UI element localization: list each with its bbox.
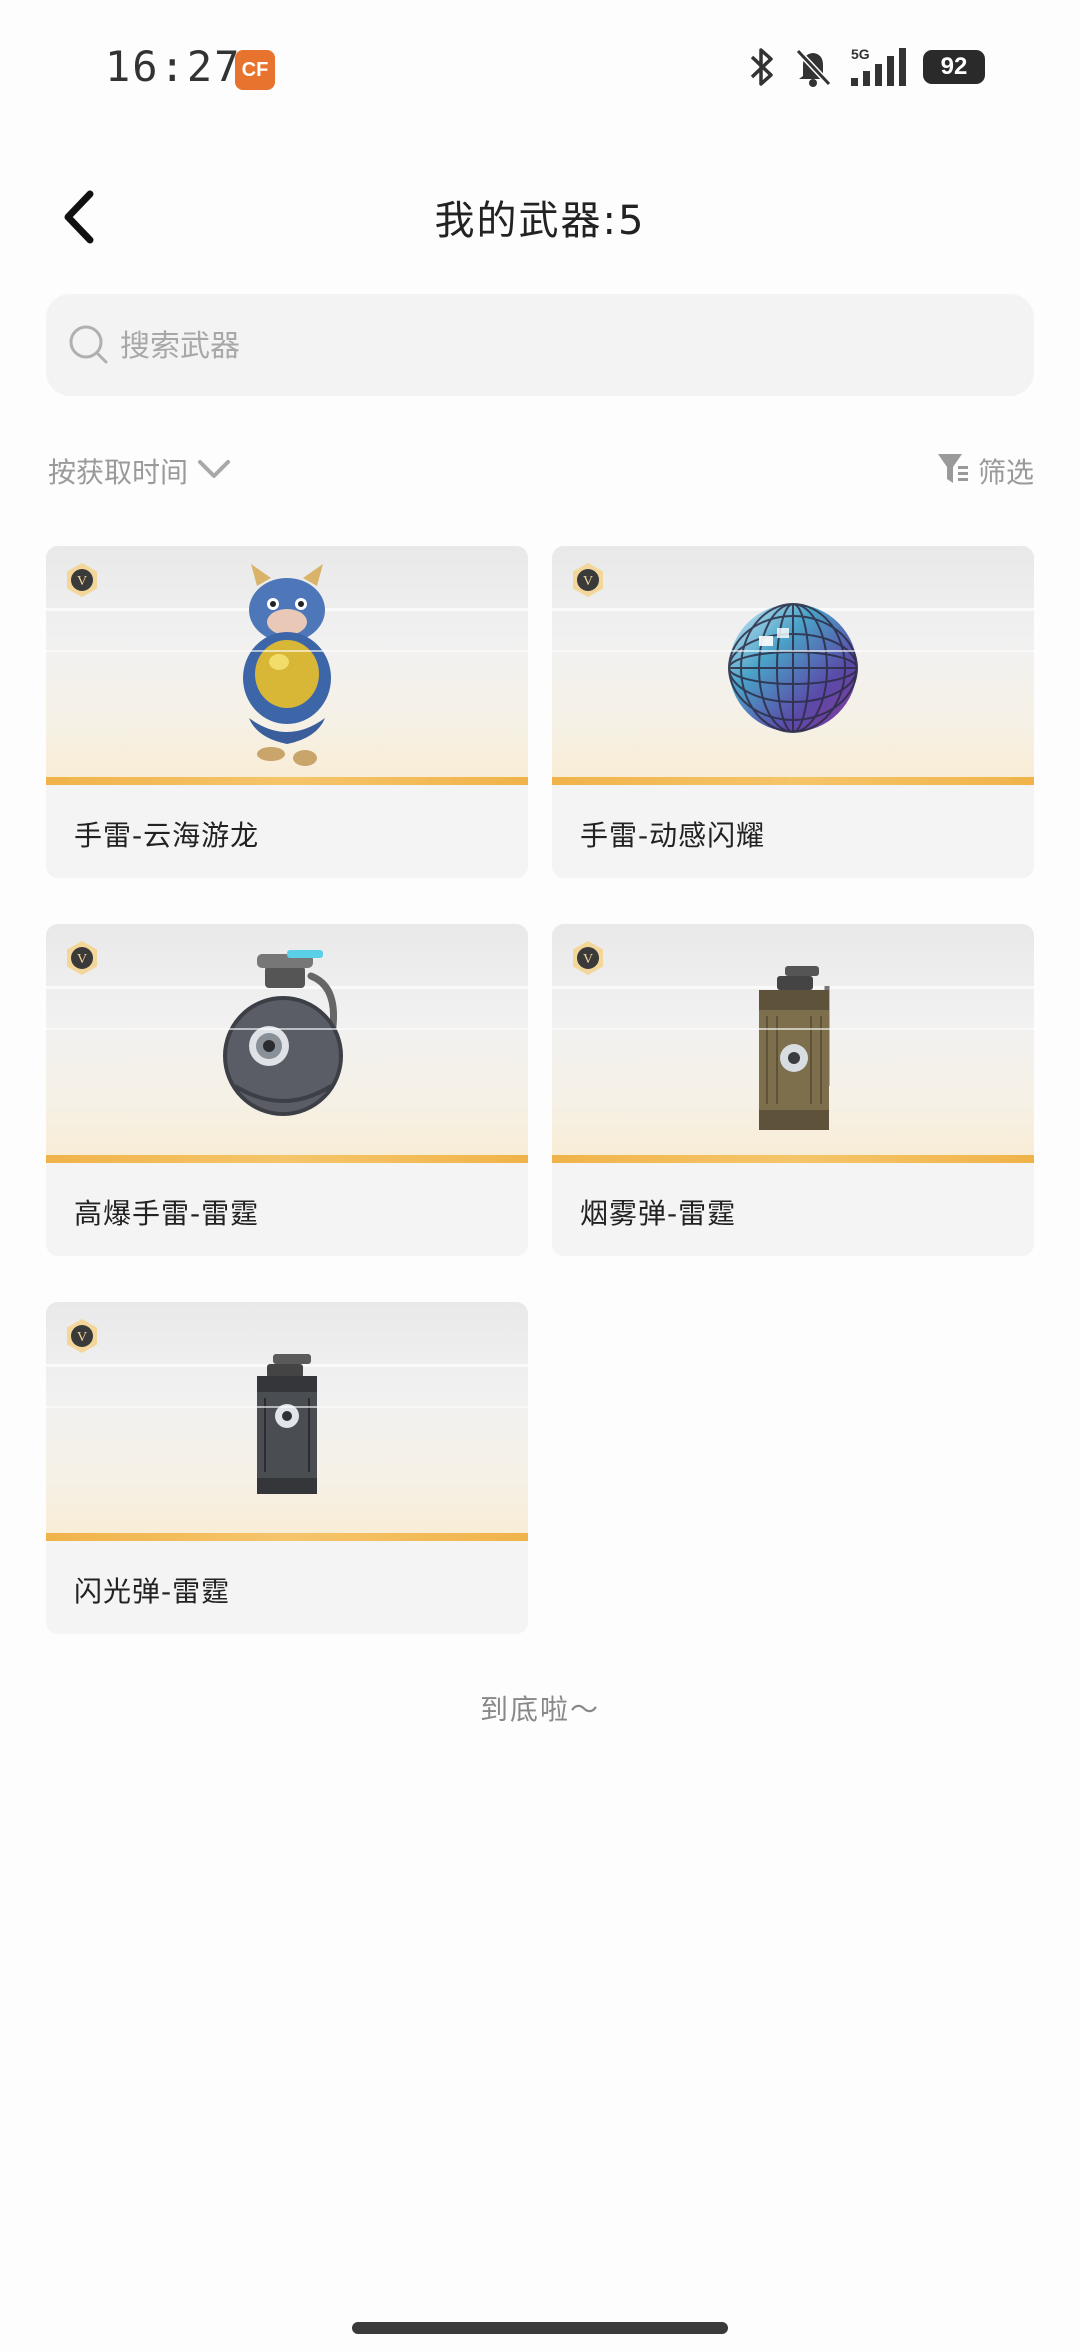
weapon-image: V xyxy=(552,924,1034,1163)
mute-bell-icon xyxy=(793,46,833,88)
status-bar: 16:27 CF 5G 92 xyxy=(0,0,1080,130)
weapon-name: 闪光弹-雷霆 xyxy=(74,1575,231,1608)
battery-icon: 92 xyxy=(923,50,985,84)
vip-badge-icon: V xyxy=(67,563,97,597)
weapon-image: V xyxy=(46,1302,528,1541)
search-input[interactable] xyxy=(118,294,1002,398)
weapon-image: V xyxy=(552,546,1034,785)
svg-text:V: V xyxy=(583,574,593,589)
vip-badge-icon: V xyxy=(67,941,97,975)
flash-canister-icon xyxy=(257,1354,317,1494)
weapon-name: 手雷-动感闪耀 xyxy=(580,819,766,852)
weapon-name: 手雷-云海游龙 xyxy=(74,819,260,852)
svg-text:V: V xyxy=(77,574,87,589)
svg-text:V: V xyxy=(77,1330,87,1345)
frag-grenade-icon xyxy=(223,950,343,1116)
filter-label: 筛选 xyxy=(977,456,1034,489)
search-box[interactable] xyxy=(46,294,1034,398)
status-icons: 5G 92 xyxy=(747,44,985,90)
weapon-name: 高爆手雷-雷霆 xyxy=(74,1197,260,1230)
sort-dropdown[interactable]: 按获取时间 xyxy=(48,448,232,494)
end-of-list-text: 到底啦～ xyxy=(479,1693,600,1726)
weapon-image: V xyxy=(46,924,528,1163)
card-accent-bar xyxy=(46,1155,528,1163)
app-notification-icon: CF xyxy=(235,50,275,90)
page-title: 我的武器:5 xyxy=(434,198,646,244)
weapon-name: 烟雾弹-雷霆 xyxy=(580,1197,737,1230)
bluetooth-icon xyxy=(747,46,777,88)
card-accent-bar xyxy=(552,1155,1034,1163)
svg-text:V: V xyxy=(583,952,593,967)
search-icon xyxy=(68,324,110,370)
filter-icon xyxy=(936,451,970,491)
card-accent-bar xyxy=(552,777,1034,785)
network-type-label: 5G xyxy=(851,46,870,62)
vip-badge-icon: V xyxy=(67,1319,97,1353)
vip-badge-icon: V xyxy=(573,563,603,597)
sort-label: 按获取时间 xyxy=(48,456,189,489)
card-accent-bar xyxy=(46,1533,528,1541)
chevron-down-icon xyxy=(196,457,232,485)
filter-button[interactable]: 筛选 xyxy=(936,448,1034,494)
weapon-card[interactable]: V 手雷-动感闪耀 xyxy=(552,546,1034,878)
dragon-grenade-icon xyxy=(243,564,331,766)
svg-text:V: V xyxy=(77,952,87,967)
weapon-image: V xyxy=(46,546,528,785)
status-time: 16:27 xyxy=(105,42,242,91)
weapon-card[interactable]: V 闪光弹-雷霆 xyxy=(46,1302,528,1634)
vip-badge-icon: V xyxy=(573,941,603,975)
card-accent-bar xyxy=(46,777,528,785)
weapon-card[interactable]: V 高爆手雷-雷霆 xyxy=(46,924,528,1256)
header: 我的武器:5 xyxy=(0,160,1080,270)
home-indicator[interactable] xyxy=(352,2322,728,2334)
weapon-card[interactable]: V 手雷-云海游龙 xyxy=(46,546,528,878)
signal-icon: 5G xyxy=(849,46,907,88)
disco-ball-icon xyxy=(728,603,858,733)
smoke-canister-icon xyxy=(759,966,830,1130)
weapon-card[interactable]: V 烟雾弹-雷霆 xyxy=(552,924,1034,1256)
